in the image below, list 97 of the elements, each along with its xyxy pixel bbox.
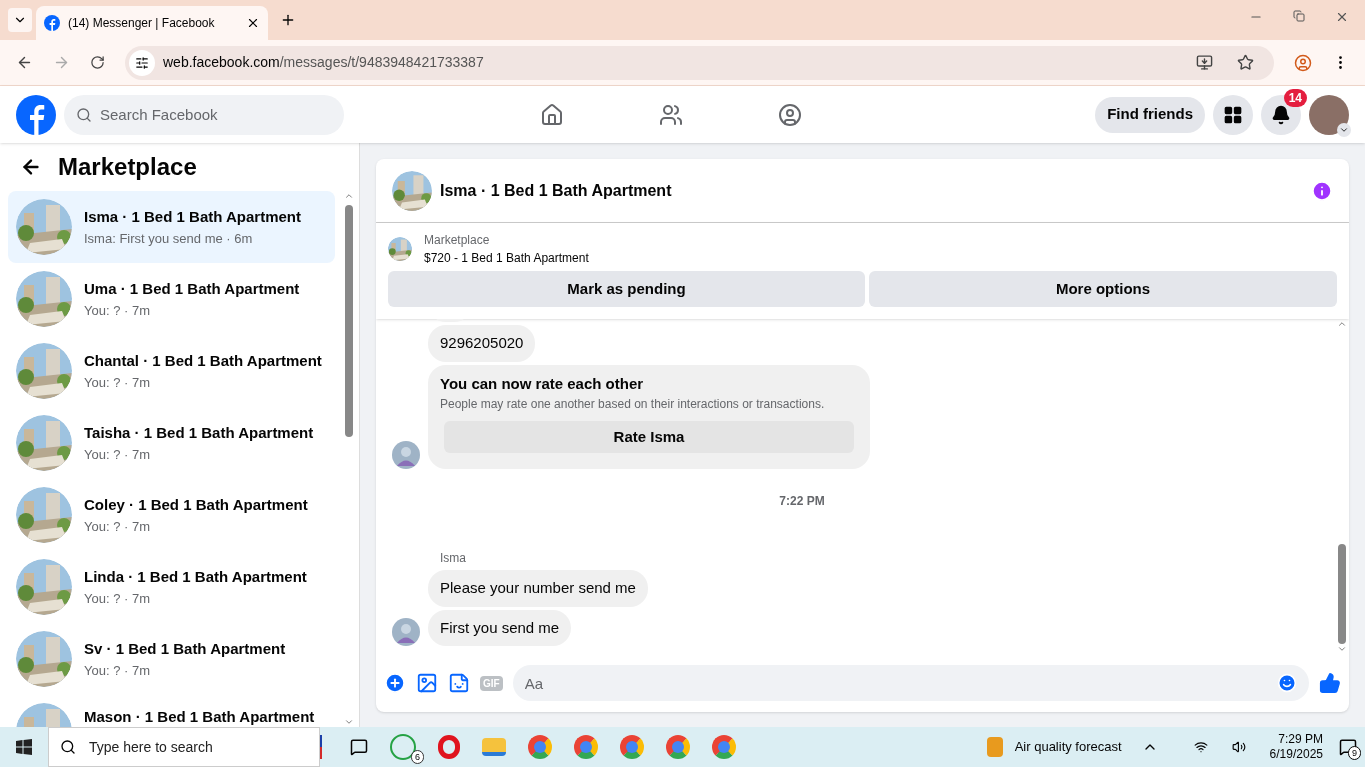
profile-icon[interactable] <box>1294 53 1312 72</box>
scroll-up-icon[interactable] <box>344 191 354 201</box>
volume-icon[interactable] <box>1231 740 1246 754</box>
chrome-icon[interactable] <box>620 735 644 759</box>
sidebar-title: Marketplace <box>58 152 197 182</box>
message-bubble: Please your number send me <box>428 570 648 607</box>
find-friends-button[interactable]: Find friends <box>1095 96 1205 133</box>
facebook-logo-icon[interactable] <box>16 94 56 135</box>
conversation-preview: You: ? · 7m <box>84 445 151 464</box>
conversation-title: Uma · 1 Bed 1 Bath Apartment <box>84 279 300 299</box>
conversation-title: Sv · 1 Bed 1 Bath Apartment <box>84 639 286 659</box>
message-field[interactable]: Aa <box>512 665 1309 701</box>
message-bubble: 9296205020 <box>428 325 536 362</box>
chrome-icon[interactable] <box>666 735 690 759</box>
conversation-item[interactable]: Chantal · 1 Bed 1 Bath Apartment You: ? · 7m <box>8 335 335 407</box>
scrollbar-thumb[interactable] <box>1338 544 1346 644</box>
conversation-item[interactable]: Sv · 1 Bed 1 Bath Apartment You: ? · 7m <box>8 623 335 695</box>
opera-icon[interactable] <box>438 735 460 759</box>
notifications-button[interactable] <box>1261 94 1301 135</box>
info-icon[interactable] <box>1311 179 1333 202</box>
conversation-item[interactable]: Coley · 1 Bed 1 Bath Apartment You: ? · 7m <box>8 479 335 551</box>
app-badge: 6 <box>411 750 424 764</box>
conversation-title: Taisha · 1 Bed 1 Bath Apartment <box>84 423 314 443</box>
rate-button[interactable]: Rate Isma <box>444 421 854 453</box>
menu-button[interactable] <box>1213 94 1253 135</box>
notification-badge: 14 <box>1283 88 1307 107</box>
weather-text[interactable]: Air quality forecast <box>1014 737 1122 757</box>
install-icon[interactable] <box>1196 54 1213 71</box>
conversation-preview: You: ? · 7m <box>84 589 151 608</box>
back-icon[interactable] <box>16 54 33 71</box>
add-icon[interactable] <box>384 672 406 694</box>
facebook-logo-icon <box>44 15 60 31</box>
search-icon <box>60 739 76 755</box>
clock-date[interactable]: 6/19/2025 <box>1269 747 1323 762</box>
site-settings-icon[interactable] <box>135 55 149 70</box>
listing-action-button[interactable]: More options <box>869 271 1337 307</box>
conversation-preview: You: ? · 7m <box>84 661 151 680</box>
conversation-item[interactable]: Isma · 1 Bed 1 Bath Apartment Isma: First you send me · 6m <box>8 191 335 263</box>
bell-icon <box>1271 104 1291 125</box>
windows-start-icon[interactable] <box>16 739 32 755</box>
search-field[interactable]: Search Facebook <box>64 94 344 135</box>
listing-title: $720 - 1 Bed 1 Bath Apartment <box>424 250 589 267</box>
close-window-icon[interactable] <box>1335 10 1349 24</box>
scroll-up-icon[interactable] <box>1337 319 1347 329</box>
conversation-item[interactable]: Taisha · 1 Bed 1 Bath Apartment You: ? · 7m <box>8 407 335 479</box>
conversation-title: Isma · 1 Bed 1 Bath Apartment <box>84 207 301 227</box>
tab-title: (14) Messenger | Facebook <box>68 15 216 32</box>
conversation-item[interactable]: Linda · 1 Bed 1 Bath Apartment You: ? · 7m <box>8 551 335 623</box>
conversation-preview: You: ? · 7m <box>84 517 151 536</box>
listing-action-button[interactable]: Mark as pending <box>388 271 865 307</box>
folder-icon[interactable] <box>482 738 506 756</box>
browser-tab[interactable]: (14) Messenger | Facebook <box>36 6 268 40</box>
conversation-title: Chantal · 1 Bed 1 Bath Apartment <box>84 351 322 371</box>
clock-time[interactable]: 7:29 PM <box>1278 732 1323 747</box>
conversation-preview: Isma: First you send me · 6m <box>84 229 254 248</box>
task-view-icon[interactable] <box>350 738 368 756</box>
friends-icon[interactable] <box>659 102 683 127</box>
like-icon[interactable] <box>1319 672 1341 694</box>
groups-icon[interactable] <box>778 102 802 127</box>
avatar-icon <box>392 618 420 646</box>
conversation-preview: You: ? · 7m <box>84 301 151 320</box>
home-icon[interactable] <box>540 102 564 127</box>
account-avatar[interactable] <box>1309 94 1349 135</box>
conversation-title: Mason · 1 Bed 1 Bath Apartment <box>84 707 315 727</box>
address-bar[interactable]: web.facebook.com/messages/t/9483948421733387 <box>125 45 1274 80</box>
chat-title: Isma · 1 Bed 1 Bath Apartment <box>440 180 672 201</box>
sticker-icon[interactable] <box>448 672 470 694</box>
conversation-title: Coley · 1 Bed 1 Bath Apartment <box>84 495 308 515</box>
taskbar-search-field[interactable]: Type here to search <box>48 727 320 767</box>
listing-label: Marketplace <box>424 232 491 249</box>
search-icon <box>76 106 92 123</box>
rating-body: People may rate one another based on their interactions or transactions. <box>440 396 826 413</box>
grid-icon <box>1223 104 1243 125</box>
chrome-icon[interactable] <box>574 735 598 759</box>
reload-icon[interactable] <box>90 55 105 70</box>
new-tab-icon[interactable] <box>280 12 296 28</box>
conversation-title: Linda · 1 Bed 1 Bath Apartment <box>84 567 307 587</box>
conversation-item[interactable]: Uma · 1 Bed 1 Bath Apartment You: ? · 7m <box>8 263 335 335</box>
photo-icon[interactable] <box>416 672 438 694</box>
bookmark-icon[interactable] <box>1237 54 1254 71</box>
wifi-icon[interactable] <box>1193 740 1208 754</box>
scroll-down-icon[interactable] <box>344 717 354 727</box>
sender-name: Isma <box>440 550 467 567</box>
close-icon[interactable] <box>246 16 260 30</box>
notification-count: 9 <box>1348 746 1361 760</box>
rating-title: You can now rate each other <box>440 373 645 394</box>
message-bubble: First you send me <box>428 609 572 646</box>
chrome-icon[interactable] <box>712 735 736 759</box>
conversation-preview: You: ? · 7m <box>84 373 151 392</box>
scrollbar-thumb[interactable] <box>345 205 353 437</box>
chrome-icon[interactable] <box>528 735 552 759</box>
scroll-down-icon[interactable] <box>1337 644 1347 654</box>
tab-list-button[interactable] <box>8 8 32 32</box>
restore-icon[interactable] <box>1293 10 1305 22</box>
avatar-icon <box>392 441 420 469</box>
url-text: web.facebook.com/messages/t/9483948421733387 <box>163 53 484 72</box>
timestamp: 7:22 PM <box>779 493 825 510</box>
